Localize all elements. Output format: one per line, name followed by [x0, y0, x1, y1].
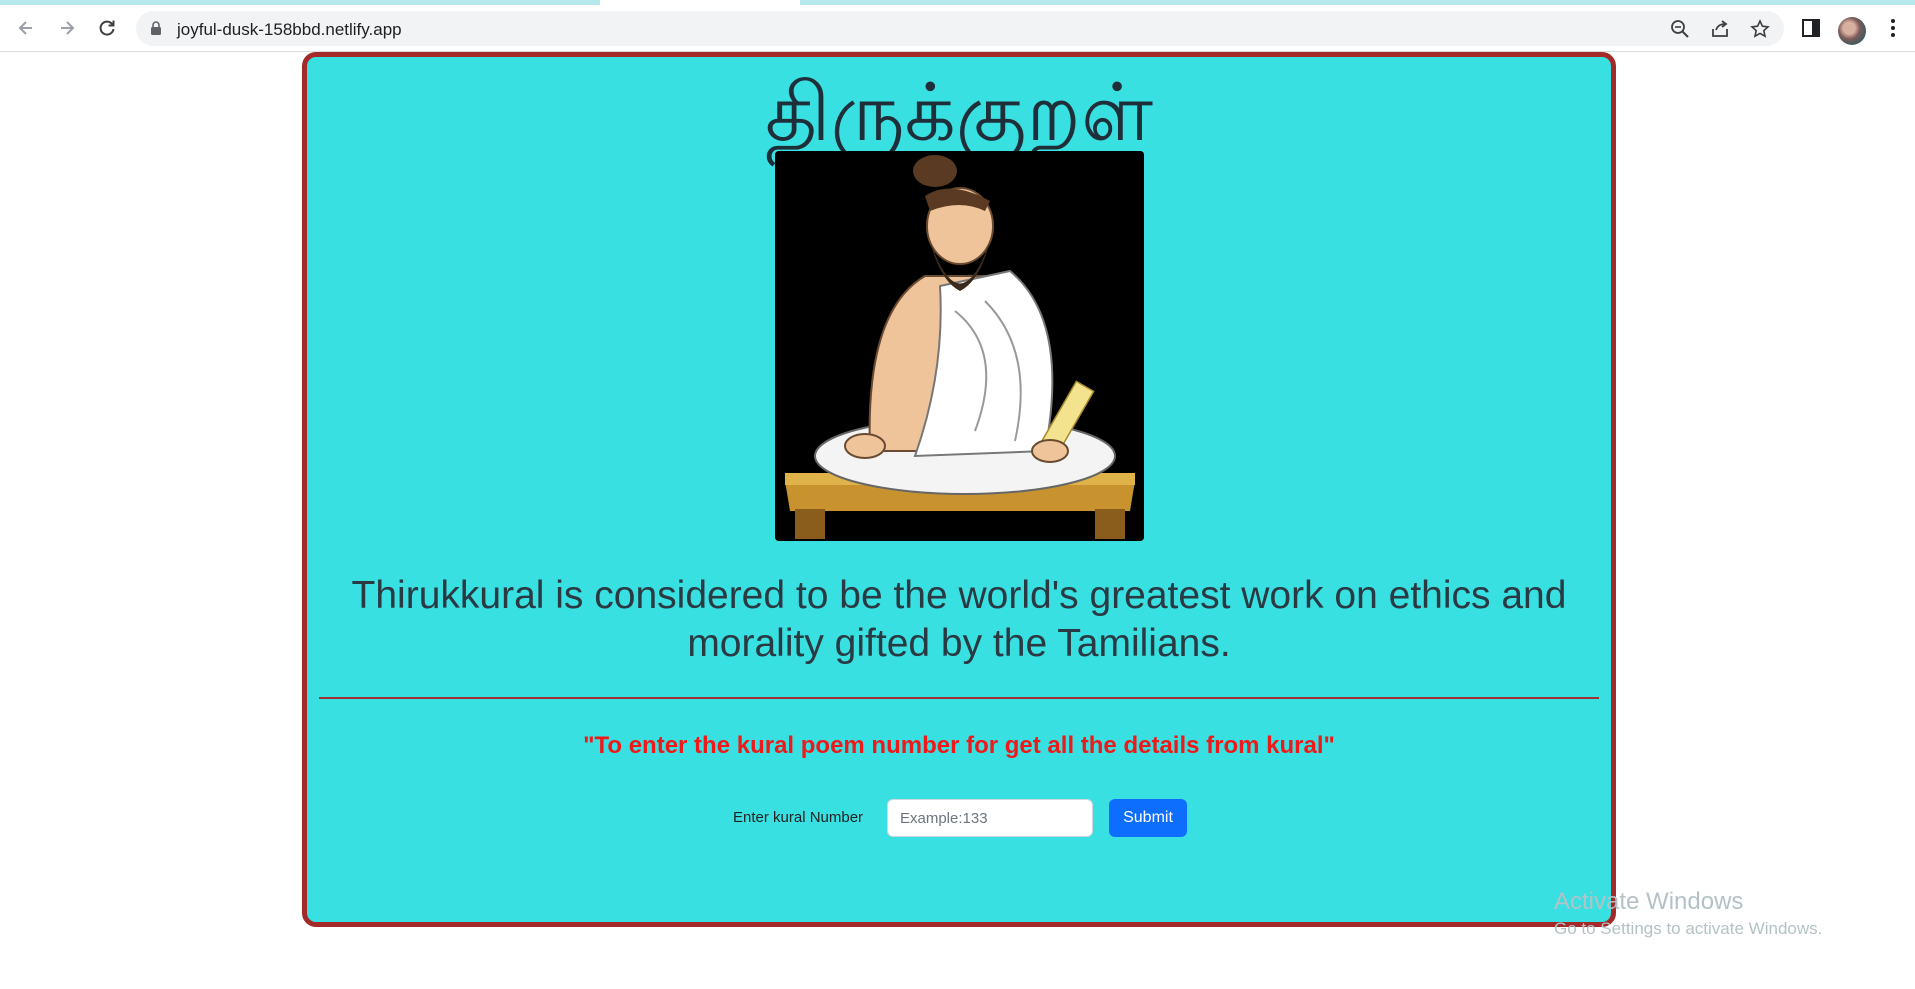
- forward-icon: [61, 21, 75, 35]
- forward-button[interactable]: [51, 12, 83, 44]
- divider: [319, 697, 1599, 699]
- watermark-subtitle: Go to Settings to activate Windows.: [1554, 919, 1823, 938]
- instruction-text: "To enter the kural poem number for get …: [583, 732, 1335, 759]
- url-text[interactable]: joyful-dusk-158bbd.netlify.app: [177, 20, 402, 40]
- side-panel-icon[interactable]: [1798, 15, 1824, 41]
- reload-icon: [99, 20, 115, 36]
- activate-windows-watermark: Activate Windows Go to Settings to activ…: [1554, 887, 1822, 941]
- browser-toolbar: joyful-dusk-158bbd.netlify.app: [0, 5, 1915, 52]
- submit-button[interactable]: Submit: [1109, 799, 1187, 837]
- lock-icon[interactable]: [150, 21, 162, 40]
- reload-button[interactable]: [91, 12, 123, 44]
- address-bar[interactable]: joyful-dusk-158bbd.netlify.app: [136, 11, 1784, 46]
- menu-icon[interactable]: [1880, 15, 1906, 41]
- bookmark-star-icon[interactable]: [1748, 17, 1772, 41]
- kural-form: Enter kural Number Submit: [307, 799, 1611, 839]
- page-title: திருக்குறள்: [764, 66, 1154, 159]
- back-button[interactable]: [10, 12, 42, 44]
- zoom-icon[interactable]: [1668, 17, 1692, 41]
- back-icon: [18, 21, 32, 35]
- tagline: Thirukkural is considered to be the worl…: [351, 574, 1567, 665]
- kural-number-label: Enter kural Number: [733, 809, 864, 826]
- thiruvalluvar-portrait: [775, 151, 1144, 541]
- share-icon[interactable]: [1708, 17, 1732, 41]
- avatar[interactable]: [1838, 17, 1866, 45]
- main-card: திருக்குறள் Thirukkural is considered to…: [302, 52, 1616, 927]
- kural-number-input[interactable]: [887, 799, 1093, 837]
- watermark-title: Activate Windows: [1554, 888, 1744, 915]
